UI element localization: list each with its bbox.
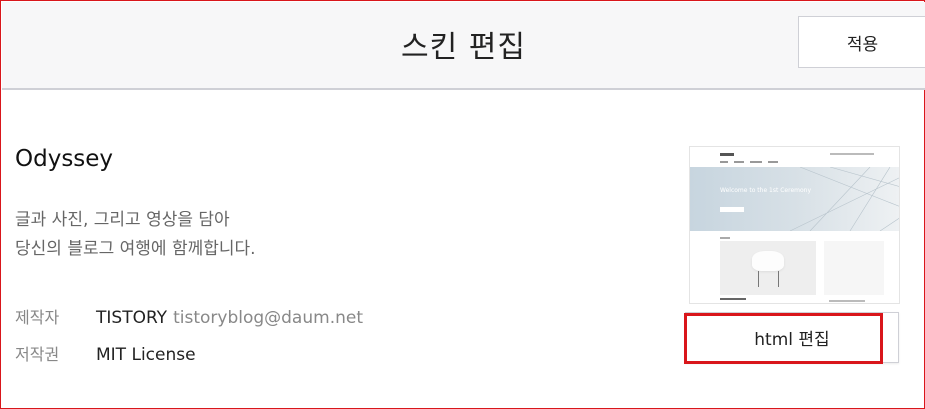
description-line-2: 당신의 블로그 여행에 함께합니다.	[15, 239, 256, 259]
thumbnail-caption	[829, 300, 865, 302]
license-label: 저작권	[15, 345, 60, 364]
thumbnail-menu-item	[768, 161, 778, 163]
thumbnail-hero-button	[720, 207, 744, 212]
chair-image	[752, 251, 784, 271]
thumbnail-section-label	[720, 237, 730, 239]
skin-name: Odyssey	[15, 146, 114, 172]
maker-email: tistoryblog@daum.net	[173, 308, 363, 328]
chair-leg	[778, 271, 779, 287]
thumbnail-hero-text: Welcome to the 1st Ceremony	[720, 187, 812, 194]
thumbnail-hero-pattern	[789, 167, 899, 231]
thumbnail-search	[830, 153, 874, 155]
maker-name: TISTORY	[96, 308, 168, 328]
thumbnail-nav	[690, 147, 899, 167]
license-value: MIT License	[96, 345, 196, 365]
description-line-1: 글과 사진, 그리고 영상을 담아	[15, 210, 230, 230]
chair-leg	[758, 271, 759, 287]
skin-thumbnail: Welcome to the 1st Ceremony	[689, 146, 900, 304]
thumbnail-menu-item	[734, 161, 744, 163]
thumbnail-caption	[720, 298, 746, 300]
apply-button[interactable]: 적용	[798, 16, 925, 68]
thumbnail-logo	[720, 153, 734, 156]
skin-description: 글과 사진, 그리고 영상을 담아 당신의 블로그 여행에 함께합니다.	[15, 206, 256, 264]
thumbnail-card-side	[824, 241, 884, 295]
maker-label: 제작자	[15, 308, 60, 327]
html-edit-button[interactable]: html 편집	[685, 312, 899, 363]
skin-edit-window: 스킨 편집 적용 Odyssey 글과 사진, 그리고 영상을 담아 당신의 블…	[0, 0, 925, 409]
license-row: 저작권 MIT License	[15, 341, 196, 365]
thumbnail-hero: Welcome to the 1st Ceremony	[690, 167, 899, 231]
thumbnail-menu-item	[750, 161, 762, 163]
thumbnail-menu-item	[720, 161, 728, 163]
page-title: 스킨 편집	[401, 30, 526, 65]
maker-row: 제작자 TISTORY tistoryblog@daum.net	[15, 304, 363, 328]
header-bar: 스킨 편집 적용	[2, 2, 925, 90]
